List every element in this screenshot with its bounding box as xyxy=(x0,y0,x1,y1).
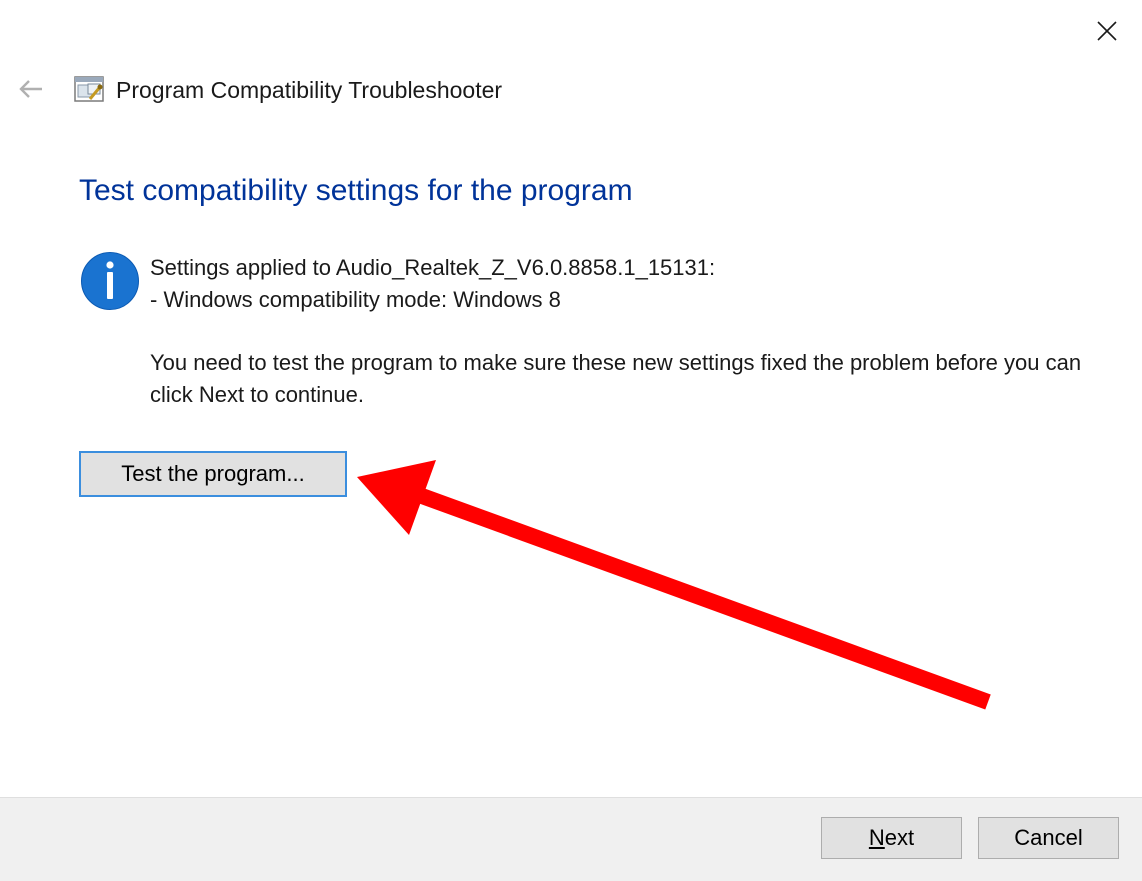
troubleshooter-window: Program Compatibility Troubleshooter Tes… xyxy=(0,0,1142,881)
close-button[interactable] xyxy=(1090,14,1124,48)
settings-applied-text: Settings applied to Audio_Realtek_Z_V6.0… xyxy=(150,255,716,280)
close-icon xyxy=(1097,21,1117,41)
next-mnemonic: N xyxy=(868,825,885,850)
annotation-arrow xyxy=(357,460,991,710)
instructions-text: You need to test the program to make sur… xyxy=(150,350,1082,407)
next-label: ext xyxy=(884,825,915,850)
info-icon xyxy=(81,252,139,310)
back-arrow-icon xyxy=(19,80,42,98)
footer-bar: Next Cancel xyxy=(0,797,1142,881)
page-heading: Test compatibility settings for the prog… xyxy=(79,174,633,207)
troubleshooter-icon xyxy=(74,76,104,102)
back-button[interactable] xyxy=(16,76,46,102)
next-button[interactable]: Next xyxy=(821,817,962,859)
cancel-button[interactable]: Cancel xyxy=(978,817,1119,859)
compatibility-mode-text: - Windows compatibility mode: Windows 8 xyxy=(150,287,561,312)
window-title: Program Compatibility Troubleshooter xyxy=(116,77,503,103)
test-program-button[interactable]: Test the program... xyxy=(79,451,347,497)
